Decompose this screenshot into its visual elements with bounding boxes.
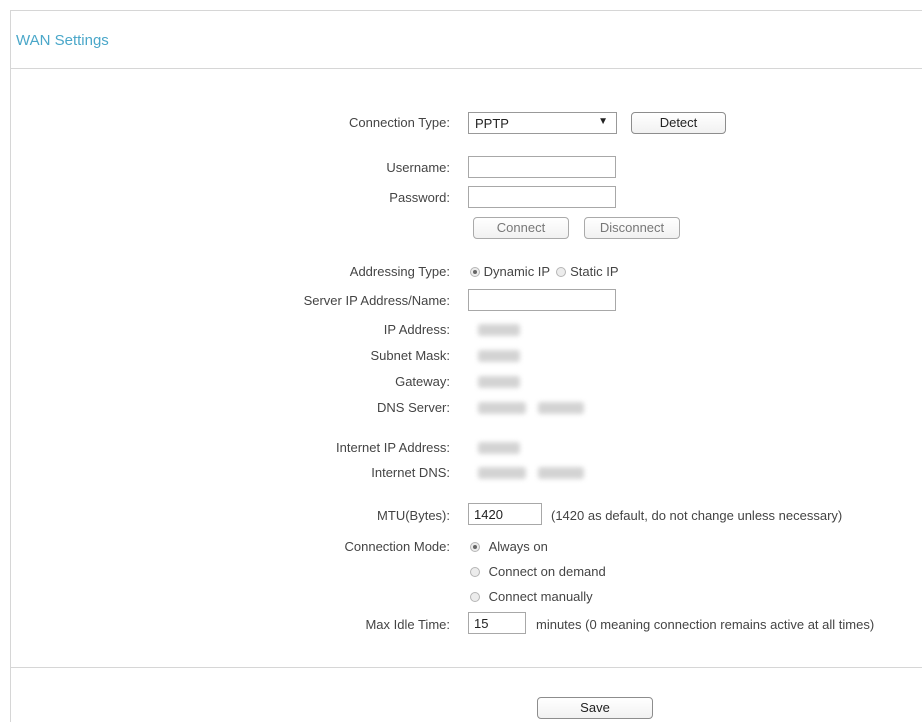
gateway-label: Gateway:	[395, 374, 450, 389]
dynamic-ip-radio[interactable]	[470, 267, 480, 277]
section-title: WAN Settings	[16, 32, 109, 49]
disconnect-button[interactable]: Disconnect	[584, 217, 680, 239]
always-on-radio[interactable]	[470, 542, 480, 552]
detect-button[interactable]: Detect	[631, 112, 726, 134]
connect-on-demand-label[interactable]: Connect on demand	[489, 564, 606, 579]
subnet-mask-label: Subnet Mask:	[370, 348, 451, 363]
mode-option-always[interactable]: Always on	[470, 539, 548, 554]
password-label: Password:	[389, 190, 450, 205]
always-on-label[interactable]: Always on	[489, 539, 548, 554]
ip-address-value	[478, 324, 520, 336]
internet-ip-label: Internet IP Address:	[336, 440, 450, 455]
username-label: Username:	[386, 160, 450, 175]
addressing-type-options: Dynamic IP Static IP	[470, 264, 619, 279]
password-field[interactable]	[468, 186, 616, 208]
dynamic-ip-label[interactable]: Dynamic IP	[484, 264, 550, 279]
connect-button[interactable]: Connect	[473, 217, 569, 239]
chevron-down-icon: ▼	[598, 116, 608, 127]
mtu-field[interactable]	[468, 503, 542, 525]
max-idle-field[interactable]	[468, 612, 526, 634]
server-field[interactable]	[468, 289, 616, 311]
mtu-label: MTU(Bytes):	[377, 508, 450, 523]
save-button[interactable]: Save	[537, 697, 653, 719]
static-ip-label[interactable]: Static IP	[570, 264, 618, 279]
connection-type-select[interactable]: PPTP ▼	[468, 112, 617, 134]
dns-server-label: DNS Server:	[377, 400, 450, 415]
top-border	[10, 10, 922, 11]
connection-mode-label: Connection Mode:	[344, 539, 450, 554]
subnet-mask-value	[478, 350, 520, 362]
mode-option-manual[interactable]: Connect manually	[470, 589, 593, 604]
addressing-type-label: Addressing Type:	[349, 264, 450, 279]
max-idle-label: Max Idle Time:	[365, 617, 450, 632]
max-idle-hint: minutes (0 meaning connection remains ac…	[536, 617, 875, 632]
static-ip-radio[interactable]	[556, 267, 567, 277]
dns-server-value-1	[478, 402, 526, 414]
ip-address-label: IP Address:	[383, 322, 450, 337]
internet-dns-value-1	[478, 467, 526, 479]
internet-ip-value	[478, 442, 520, 454]
internet-dns-value-2	[538, 467, 584, 479]
connection-type-label: Connection Type:	[349, 115, 450, 130]
mode-option-demand[interactable]: Connect on demand	[470, 564, 606, 579]
dns-server-value-2	[538, 402, 584, 414]
gateway-value	[478, 376, 520, 388]
left-border	[10, 10, 11, 722]
mtu-hint: (1420 as default, do not change unless n…	[551, 508, 843, 523]
connection-type-value: PPTP	[475, 116, 509, 131]
connect-manually-radio[interactable]	[470, 592, 480, 602]
title-divider	[10, 68, 922, 69]
username-field[interactable]	[468, 156, 616, 178]
server-label: Server IP Address/Name:	[303, 293, 450, 308]
internet-dns-label: Internet DNS:	[371, 465, 450, 480]
footer-divider	[10, 667, 922, 668]
connect-on-demand-radio[interactable]	[470, 567, 480, 577]
connect-manually-label[interactable]: Connect manually	[489, 589, 593, 604]
